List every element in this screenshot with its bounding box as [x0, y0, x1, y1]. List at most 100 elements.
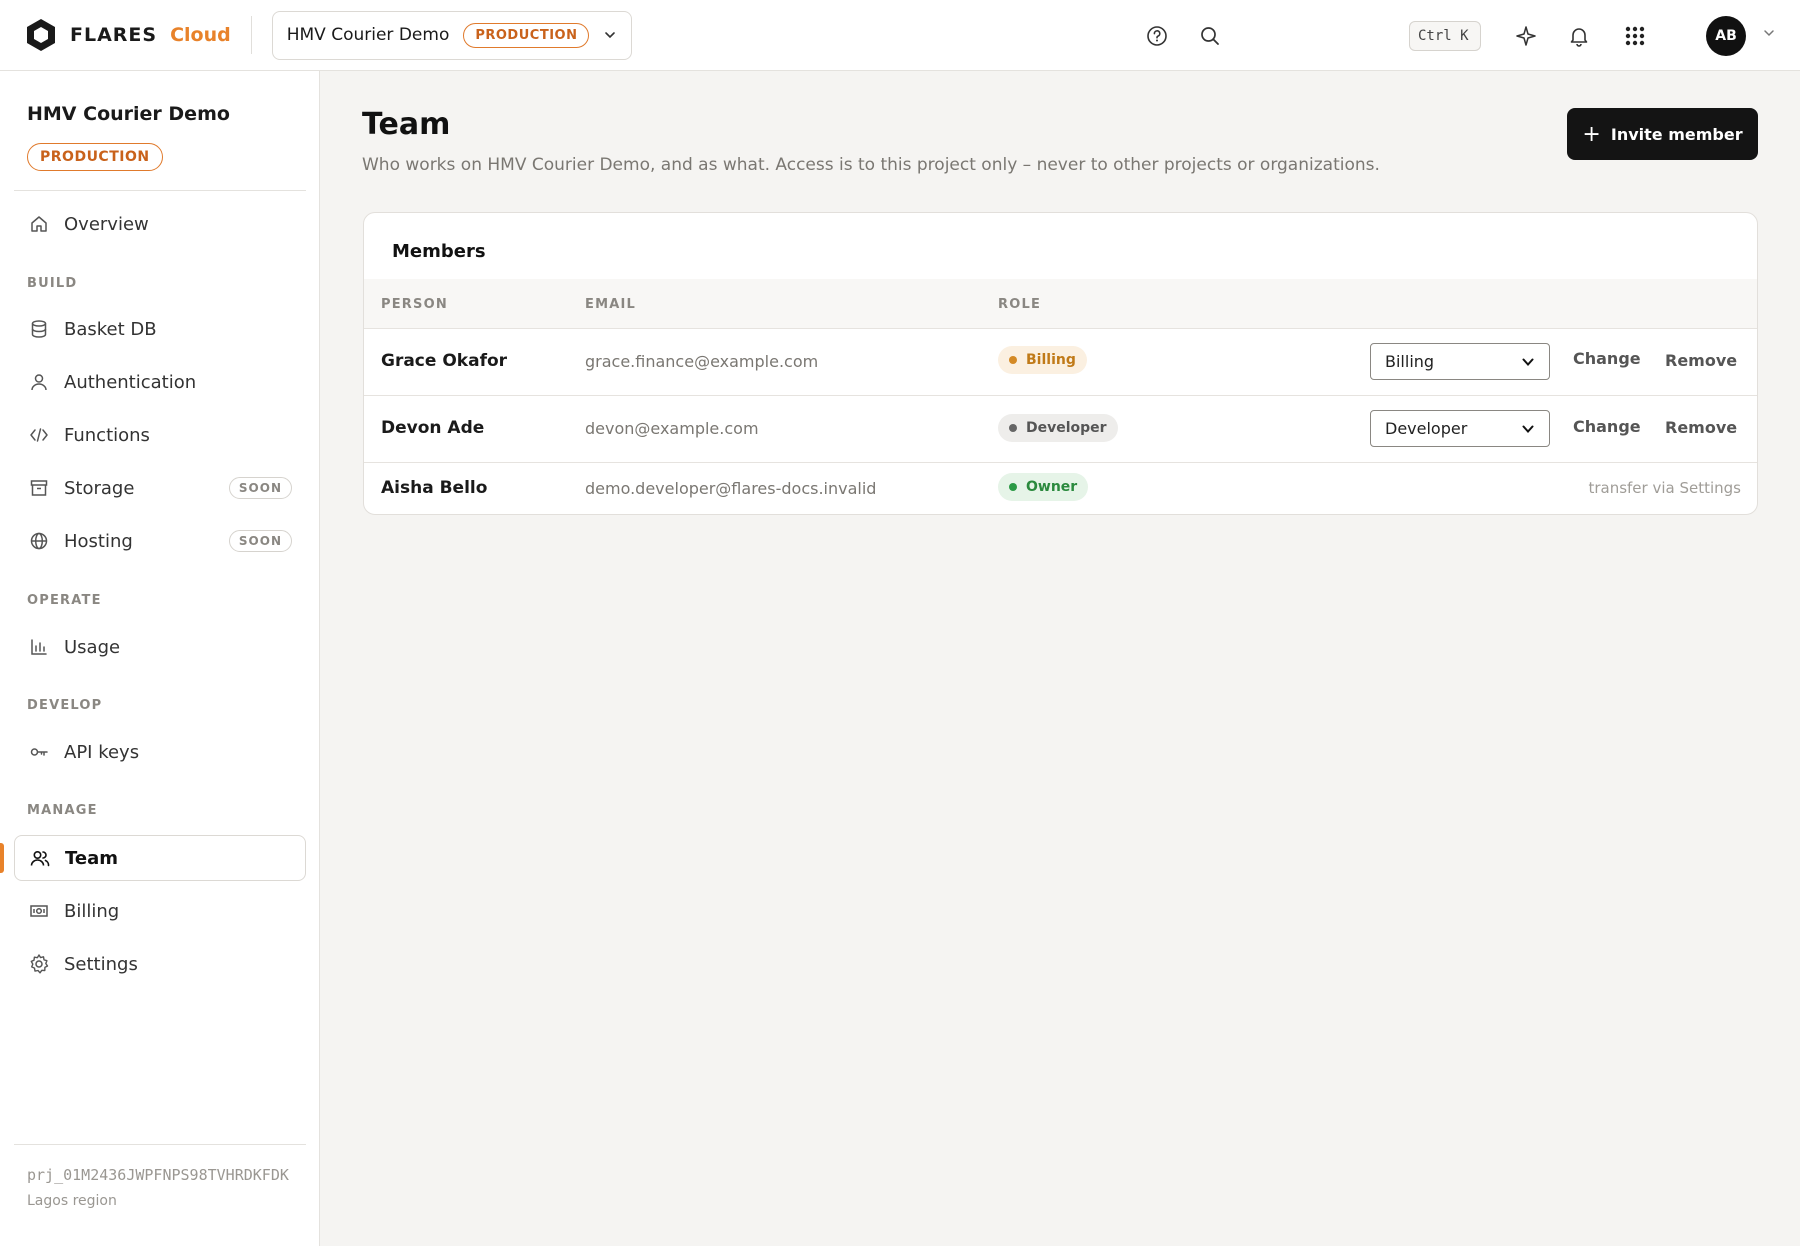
status-dot: [1009, 424, 1017, 432]
chevron-down-icon: [1522, 425, 1534, 433]
sidebar-item-functions[interactable]: Functions: [14, 412, 306, 458]
sidebar-item-basket-db[interactable]: Basket DB: [14, 306, 306, 352]
sidebar-item-label: Usage: [64, 636, 121, 658]
gear-icon: [28, 953, 50, 975]
role-badge-label: Billing: [1026, 352, 1076, 368]
sidebar-item-label: Authentication: [64, 371, 197, 393]
role-badge-label: Owner: [1026, 479, 1078, 495]
section-build: BUILD: [27, 276, 78, 291]
sidebar-item-label: Basket DB: [64, 318, 157, 340]
section-manage: MANAGE: [27, 803, 98, 818]
member-email: grace.finance@example.com: [585, 352, 819, 371]
remove-member-button[interactable]: Remove: [1665, 418, 1737, 437]
brand[interactable]: FLARES Cloud: [26, 18, 231, 52]
soon-badge: SOON: [228, 477, 292, 499]
brand-suffix: Cloud: [170, 24, 231, 46]
bar-chart-icon: [28, 636, 50, 658]
sparkle-icon[interactable]: [1514, 24, 1538, 48]
banknote-icon: [28, 900, 50, 922]
section-operate: OPERATE: [27, 593, 102, 608]
project-id: prj_01M2436JWPFNPS98TVHRDKFDK: [27, 1166, 289, 1184]
sidebar-item-overview[interactable]: Overview: [14, 201, 306, 247]
database-icon: [28, 318, 50, 340]
account-chevron-down-icon[interactable]: [1762, 26, 1776, 40]
role-badge: Developer: [998, 414, 1118, 442]
column-email: EMAIL: [585, 297, 636, 312]
sidebar-item-billing[interactable]: Billing: [14, 888, 306, 934]
apps-grid-icon[interactable]: [1623, 24, 1647, 48]
invite-member-label: Invite member: [1610, 124, 1743, 144]
brand-name: FLARES: [70, 24, 158, 46]
sidebar-item-label: Billing: [64, 900, 120, 922]
role-select-value: Developer: [1385, 419, 1468, 438]
sidebar-item-api-keys[interactable]: API keys: [14, 729, 306, 775]
archive-icon: [28, 477, 50, 499]
chevron-down-icon: [604, 32, 615, 39]
sidebar-footer-divider: [14, 1144, 306, 1145]
role-badge: Owner: [998, 473, 1089, 501]
member-name: Aisha Bello: [381, 478, 488, 498]
search-shortcut: Ctrl K: [1409, 21, 1481, 51]
avatar[interactable]: AB: [1706, 16, 1746, 56]
column-role: ROLE: [998, 297, 1042, 312]
sidebar-item-usage[interactable]: Usage: [14, 624, 306, 670]
role-badge: Billing: [998, 346, 1087, 374]
sidebar-item-label: Settings: [64, 953, 138, 975]
member-email: demo.developer@flares-docs.invalid: [585, 479, 877, 498]
sidebar-item-label: Functions: [64, 424, 150, 446]
divider: [250, 16, 252, 54]
project-region: Lagos region: [27, 1193, 117, 1209]
project-switcher[interactable]: HMV Courier Demo PRODUCTION: [271, 10, 632, 60]
transfer-ownership-note: transfer via Settings: [1588, 479, 1741, 497]
help-icon[interactable]: [1145, 24, 1169, 48]
sidebar-item-team[interactable]: Team: [14, 835, 306, 881]
env-badge: PRODUCTION: [463, 22, 590, 48]
code-icon: [28, 424, 50, 446]
sidebar-item-label: API keys: [64, 741, 140, 763]
status-dot: [1009, 356, 1017, 364]
sidebar-project-name: HMV Courier Demo: [27, 103, 230, 125]
sidebar-divider: [14, 190, 306, 191]
table-row: Devon Ade devon@example.com Developer De…: [364, 396, 1757, 463]
sidebar-item-storage[interactable]: Storage SOON: [14, 465, 306, 511]
member-name: Grace Okafor: [381, 351, 508, 371]
members-title: Members: [392, 241, 486, 262]
change-role-button[interactable]: Change: [1573, 349, 1641, 368]
top-bar: FLARES Cloud HMV Courier Demo PRODUCTION…: [0, 0, 1800, 71]
sidebar-item-authentication[interactable]: Authentication: [14, 359, 306, 405]
section-develop: DEVELOP: [27, 698, 103, 713]
sidebar-item-hosting[interactable]: Hosting SOON: [14, 518, 306, 564]
active-indicator: [0, 843, 4, 873]
flares-logo-icon: [27, 19, 55, 51]
key-icon: [28, 741, 50, 763]
soon-badge: SOON: [228, 530, 292, 552]
plus-icon: +: [1582, 121, 1601, 147]
sidebar-item-settings[interactable]: Settings: [14, 941, 306, 987]
role-badge-label: Developer: [1026, 420, 1107, 436]
chevron-down-icon: [1522, 358, 1534, 366]
member-name: Devon Ade: [381, 418, 485, 438]
globe-icon: [28, 530, 50, 552]
remove-member-button[interactable]: Remove: [1665, 351, 1737, 370]
sidebar-item-label: Overview: [64, 213, 149, 235]
role-select[interactable]: Developer: [1370, 410, 1550, 447]
sidebar-item-label: Team: [65, 847, 118, 869]
sidebar-env-badge: PRODUCTION: [27, 143, 163, 171]
sidebar-item-label: Hosting: [64, 530, 133, 552]
invite-member-button[interactable]: + Invite member: [1567, 108, 1758, 160]
change-role-button[interactable]: Change: [1573, 417, 1641, 436]
project-switcher-name: HMV Courier Demo: [286, 25, 450, 45]
role-select[interactable]: Billing: [1370, 343, 1550, 380]
members-card: Members PERSON EMAIL ROLE Grace Okafor g…: [363, 212, 1758, 515]
search-icon[interactable]: [1198, 24, 1222, 48]
bell-icon[interactable]: [1567, 24, 1591, 48]
table-row: Grace Okafor grace.finance@example.com B…: [364, 329, 1757, 396]
sidebar: HMV Courier Demo PRODUCTION Overview BUI…: [0, 71, 320, 1246]
page-title: Team: [362, 107, 451, 142]
role-select-value: Billing: [1385, 352, 1435, 371]
table-header: PERSON EMAIL ROLE: [364, 279, 1757, 329]
sidebar-item-label: Storage: [64, 477, 135, 499]
member-email: devon@example.com: [585, 419, 759, 438]
home-icon: [28, 213, 50, 235]
column-person: PERSON: [381, 297, 448, 312]
